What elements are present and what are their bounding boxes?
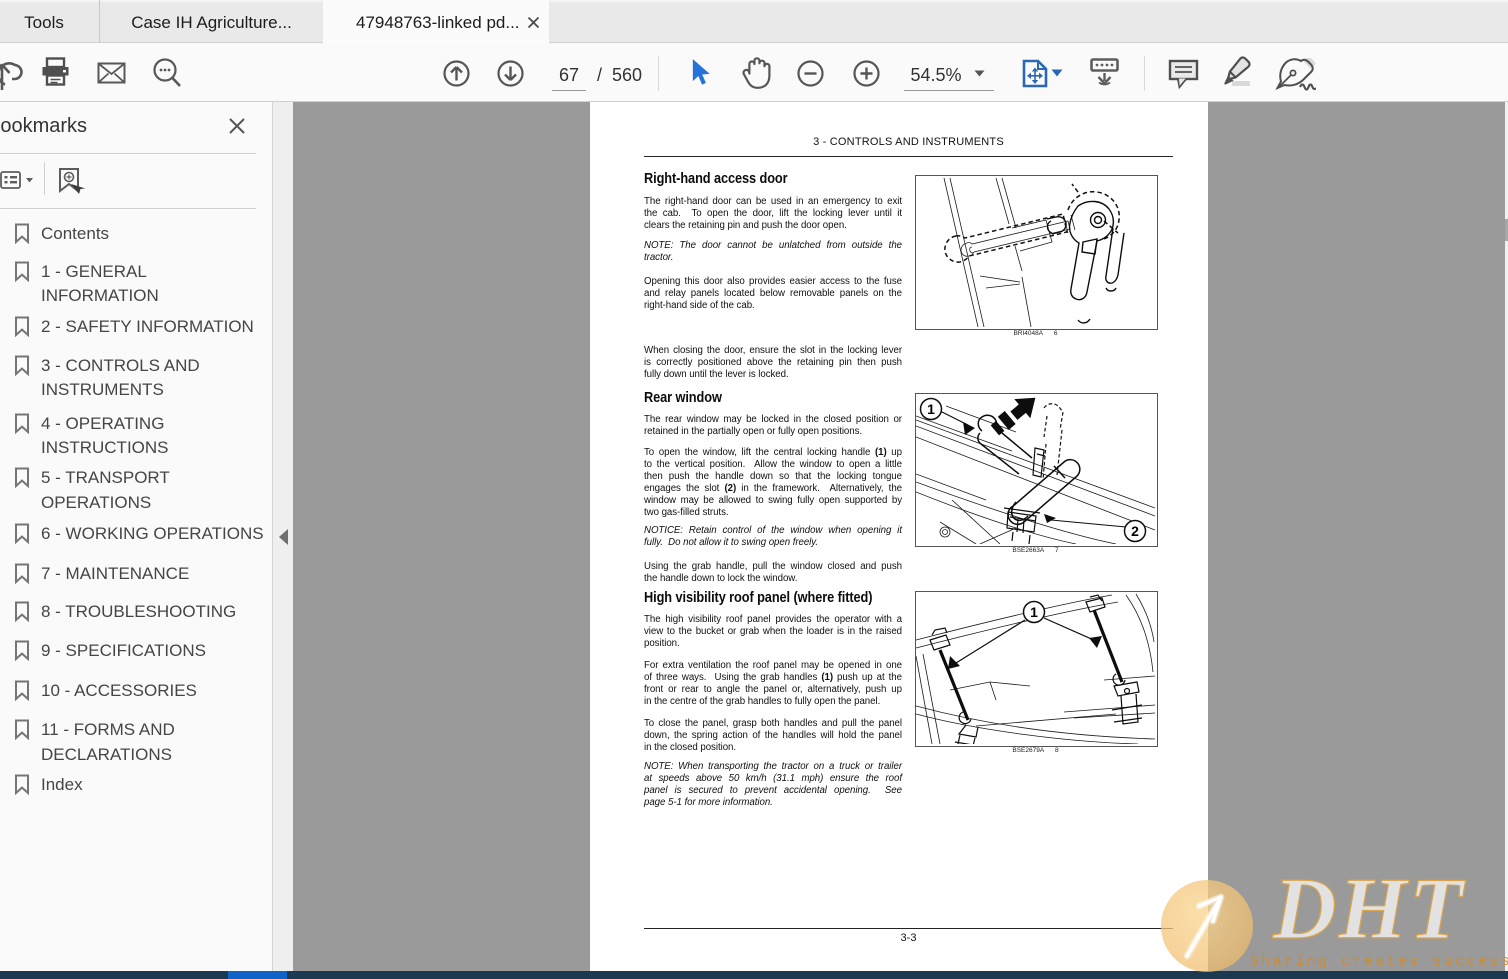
svg-text:1: 1 [1030, 604, 1038, 620]
svg-text:1: 1 [927, 401, 935, 417]
svg-text:2: 2 [1131, 523, 1139, 539]
